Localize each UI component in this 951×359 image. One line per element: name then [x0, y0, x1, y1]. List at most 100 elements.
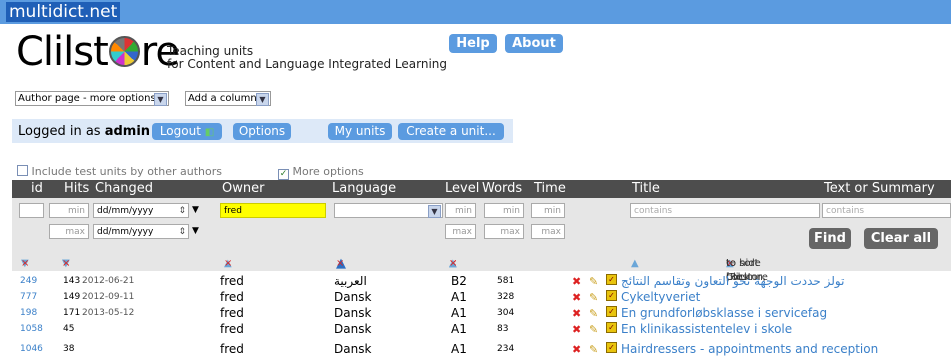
row-id[interactable]: 198	[20, 306, 37, 321]
logout-icon: ◧	[204, 127, 215, 138]
site-name[interactable]: multidict.net	[6, 2, 121, 22]
logout-button[interactable]: Logout ◧	[152, 123, 222, 140]
row-changed: 2012-09-11	[82, 292, 135, 302]
login-bar: Logged in as admin Logout ◧ Options My u…	[12, 119, 513, 143]
table-row: 1058 45 fred Dansk A1 83 ✖ ✎ ✓ En klinik…	[20, 322, 793, 337]
row-title[interactable]: Hairdressers - appointments and receptio…	[621, 342, 878, 357]
row-owner: fred	[220, 274, 244, 288]
filter-area: min max dd/mm/yyyy ⇕ ▼ dd/mm/yyyy ⇕ ▼ fr…	[12, 198, 951, 257]
date-spinner-icon[interactable]: ⇕	[178, 225, 186, 240]
row-owner: fred	[220, 322, 244, 336]
chevron-down-icon[interactable]: ▼	[192, 203, 199, 218]
author-page-select-value: Author page - more options	[18, 93, 156, 104]
row-id[interactable]: 777	[20, 290, 37, 305]
chevron-down-icon[interactable]: ▼	[192, 224, 199, 239]
tagline-line2: for Content and Language Integrated Lear…	[167, 57, 448, 71]
col-words[interactable]: Words	[482, 180, 522, 198]
add-column-select[interactable]: Add a column ▼	[185, 91, 271, 106]
clear-all-button[interactable]: Clear all	[864, 228, 938, 249]
hide-column-icon[interactable]: ×	[449, 257, 457, 271]
col-language[interactable]: Language	[332, 180, 396, 198]
hide-column-icon[interactable]: ×	[21, 257, 29, 271]
row-title[interactable]: تولز حددت الوجهة نحو التعاون وتقاسم النت…	[621, 274, 844, 289]
chevron-down-icon: ▼	[256, 93, 269, 106]
time-max-input[interactable]: max	[531, 224, 565, 239]
row-title[interactable]: Cykeltyveriet	[621, 290, 700, 305]
sort-asc-icon[interactable]: ▲	[631, 257, 639, 271]
clilstore-logo[interactable]: Clilst re	[16, 29, 180, 75]
table-header: id Hits Changed Owner Language Level Wor…	[12, 180, 951, 198]
more-options-option[interactable]: ✓ More options	[278, 165, 364, 180]
level-min-input[interactable]: min	[445, 203, 476, 218]
my-units-button[interactable]: My units	[328, 123, 392, 140]
row-words: 328	[497, 292, 515, 302]
col-title[interactable]: Title	[632, 180, 660, 198]
col-owner[interactable]: Owner	[222, 180, 264, 198]
row-words: 83	[497, 324, 509, 334]
row-language: Dansk	[334, 342, 372, 356]
row-title[interactable]: En grundforløbsklasse i servicefag	[621, 306, 827, 321]
create-unit-button[interactable]: Create a unit...	[398, 123, 504, 140]
logo-text-start: Clilst	[16, 29, 109, 75]
chevron-down-icon: ▼	[428, 205, 441, 218]
row-level: A1	[451, 322, 467, 336]
time-min-input[interactable]: min	[531, 203, 565, 218]
date-from-value: dd/mm/yyyy	[97, 206, 154, 216]
row-level: A1	[451, 342, 467, 356]
row-language: Dansk	[334, 290, 372, 304]
table-row: 249 143 2012-06-21 fred العربية B2 581 ✖…	[20, 274, 845, 289]
date-spinner-icon[interactable]: ⇕	[178, 204, 186, 219]
col-level[interactable]: Level	[445, 180, 479, 198]
language-filter-select[interactable]: ▼	[334, 203, 443, 218]
hide-column-icon[interactable]: ×	[336, 257, 344, 271]
date-to-value: dd/mm/yyyy	[97, 227, 154, 237]
col-changed[interactable]: Changed	[95, 180, 153, 198]
row-level: A1	[451, 290, 467, 304]
table-row: 198 171 2013-05-12 fred Dansk A1 304 ✖ ✎…	[20, 306, 828, 321]
logged-in-prefix: Logged in as	[18, 124, 101, 139]
hits-max-input[interactable]: max	[49, 224, 89, 239]
row-owner: fred	[220, 290, 244, 304]
include-test-units-option[interactable]: Include test units by other authors	[17, 165, 222, 178]
logout-label: Logout	[159, 124, 201, 138]
row-words: 234	[497, 344, 515, 354]
words-min-input[interactable]: min	[484, 203, 524, 218]
more-options-checkbox[interactable]: ✓	[278, 169, 289, 180]
row-id[interactable]: 1058	[20, 322, 43, 337]
row-owner: fred	[220, 342, 244, 356]
include-test-checkbox[interactable]	[17, 165, 28, 176]
id-filter-input[interactable]	[19, 203, 44, 218]
owner-filter-input[interactable]: fred	[220, 203, 326, 218]
table-row: 777 149 2012-09-11 fred Dansk A1 328 ✖ ✎…	[20, 290, 701, 305]
row-hits: 149	[63, 292, 81, 302]
row-title[interactable]: En klinikassistentelev i skole	[621, 322, 792, 337]
find-button[interactable]: Find	[809, 228, 851, 249]
summary-filter-input[interactable]: contains	[822, 203, 951, 218]
row-id[interactable]: 1046	[20, 342, 43, 357]
row-owner: fred	[220, 306, 244, 320]
help-button[interactable]: Help	[449, 34, 497, 53]
col-hits[interactable]: Hits	[64, 180, 89, 198]
options-button[interactable]: Options	[233, 123, 291, 140]
hits-min-input[interactable]: min	[49, 203, 89, 218]
include-test-label: Include test units by other authors	[31, 165, 222, 178]
words-max-input[interactable]: max	[484, 224, 524, 239]
level-max-input[interactable]: max	[445, 224, 476, 239]
col-time[interactable]: Time	[534, 180, 566, 198]
add-column-select-value: Add a column	[188, 93, 257, 104]
title-filter-input[interactable]: contains	[630, 203, 820, 218]
about-button[interactable]: About	[505, 34, 563, 53]
author-page-select[interactable]: Author page - more options ▼	[15, 91, 169, 106]
row-words: 581	[497, 276, 515, 286]
row-level: B2	[451, 274, 467, 288]
row-id[interactable]: 249	[20, 274, 37, 289]
col-id[interactable]: id	[31, 180, 43, 198]
hide-column-icon[interactable]: ×	[62, 257, 70, 271]
row-language: Dansk	[334, 322, 372, 336]
row-language: Dansk	[334, 306, 372, 320]
hide-column-icon[interactable]: ×	[224, 257, 232, 271]
sort-controls-row: ▼ × ▼ × ▼ × ▲ × ▲ × ▲ × ▲ × ▲ × ▲ ← Clic…	[12, 257, 951, 283]
date-from-input[interactable]: dd/mm/yyyy ⇕	[93, 203, 189, 218]
date-to-input[interactable]: dd/mm/yyyy ⇕	[93, 224, 189, 239]
col-summary[interactable]: Text or Summary	[824, 180, 935, 198]
